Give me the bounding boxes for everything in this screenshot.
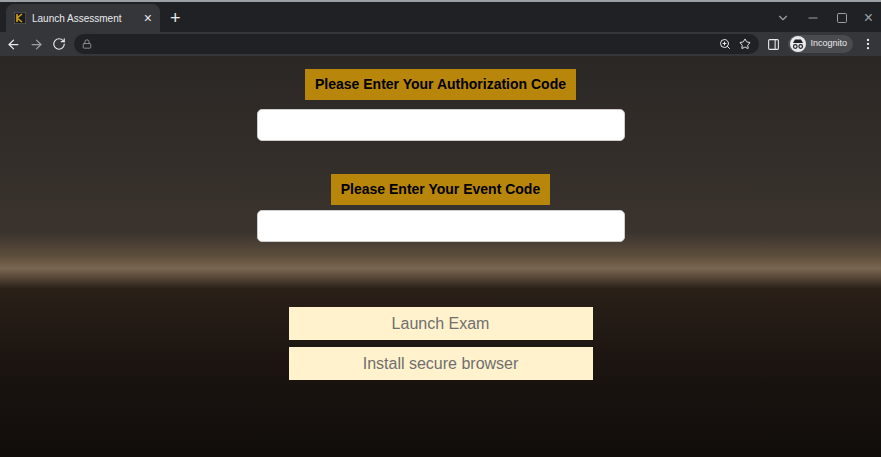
window-controls: × (776, 4, 881, 32)
forward-icon[interactable] (29, 37, 44, 52)
incognito-icon (790, 36, 806, 52)
page-content: Please Enter Your Authorization Code Plea… (0, 56, 881, 457)
browser-tab[interactable]: Launch Assessment × (6, 4, 160, 32)
tab-search-icon[interactable] (776, 11, 790, 25)
field-label: Please Enter Your Event Code (331, 174, 550, 205)
form-field: Please Enter Your Event Code (257, 174, 625, 242)
button-group: Launch Exam Install secure browser (289, 307, 593, 380)
reload-icon[interactable] (52, 37, 66, 51)
menu-icon[interactable] (861, 37, 875, 51)
close-window-button[interactable]: × (864, 10, 873, 26)
field-label: Please Enter Your Authorization Code (305, 69, 576, 100)
back-icon[interactable] (6, 37, 21, 52)
tab-title: Launch Assessment (32, 11, 138, 26)
address-bar[interactable] (74, 34, 759, 54)
code-input[interactable] (257, 210, 625, 242)
zoom-icon[interactable] (719, 38, 731, 50)
minimize-icon[interactable] (806, 11, 820, 25)
tab-close-button[interactable]: × (144, 11, 152, 25)
site-favicon-icon (14, 12, 26, 24)
browser-window: Launch Assessment × + × Incognito Please Ente… (0, 0, 881, 457)
action-button[interactable]: Launch Exam (289, 307, 593, 340)
bookmark-star-icon[interactable] (739, 38, 751, 50)
toolbar: Incognito (0, 32, 881, 56)
action-button[interactable]: Install secure browser (289, 347, 593, 380)
incognito-badge[interactable]: Incognito (788, 35, 853, 53)
form-field: Please Enter Your Authorization Code (257, 69, 625, 141)
side-panel-icon[interactable] (767, 38, 780, 51)
lock-icon (82, 39, 92, 49)
tab-strip: Launch Assessment × + × (0, 0, 881, 32)
maximize-icon[interactable] (836, 12, 848, 24)
code-input[interactable] (257, 109, 625, 141)
new-tab-button[interactable]: + (170, 9, 181, 27)
